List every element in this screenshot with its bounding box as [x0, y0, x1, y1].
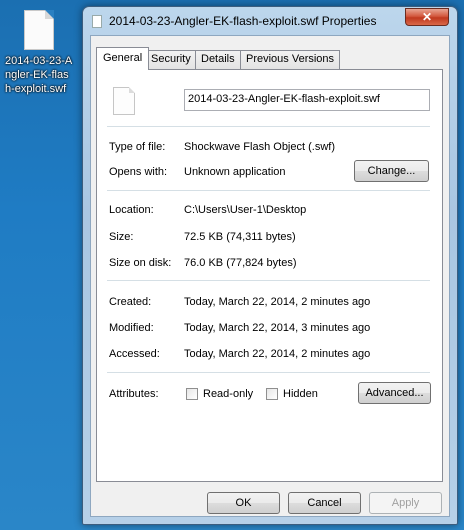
swf-file-icon — [24, 10, 54, 50]
tab-general[interactable]: General — [96, 47, 150, 70]
readonly-label[interactable]: Read-only — [203, 388, 253, 400]
tab-security[interactable]: Security — [145, 50, 197, 69]
document-icon — [92, 15, 102, 28]
readonly-checkbox[interactable] — [186, 388, 198, 400]
window-title: 2014-03-23-Angler-EK-flash-exploit.swf P… — [109, 14, 377, 28]
modified-label: Modified: — [109, 322, 154, 334]
hidden-label[interactable]: Hidden — [283, 388, 318, 400]
dialog-client: General Security Details Previous Versio… — [90, 35, 450, 517]
accessed-value: Today, March 22, 2014, 2 minutes ago — [184, 348, 371, 360]
desktop-file-label-line: 2014-03-23-A — [5, 55, 73, 67]
divider — [107, 280, 430, 281]
properties-window: 2014-03-23-Angler-EK-flash-exploit.swf P… — [82, 6, 458, 525]
hidden-checkbox[interactable] — [266, 388, 278, 400]
desktop-file-icon[interactable]: 2014-03-23-A ngler-EK-flas h-exploit.swf — [3, 10, 75, 96]
type-value: Shockwave Flash Object (.swf) — [184, 141, 335, 153]
cancel-button[interactable]: Cancel — [288, 492, 361, 514]
advanced-button[interactable]: Advanced... — [358, 382, 431, 404]
opens-with-label: Opens with: — [109, 166, 168, 178]
opens-with-value: Unknown application — [184, 166, 286, 178]
location-label: Location: — [109, 204, 154, 216]
desktop-file-label-line: ngler-EK-flas — [5, 69, 69, 81]
size-value: 72.5 KB (74,311 bytes) — [184, 231, 296, 243]
ok-button[interactable]: OK — [207, 492, 280, 514]
type-label: Type of file: — [109, 141, 166, 153]
desktop-file-label-line: h-exploit.swf — [5, 83, 67, 95]
accessed-label: Accessed: — [109, 348, 160, 360]
close-button[interactable]: ✕ — [405, 8, 449, 26]
tab-details[interactable]: Details — [195, 50, 241, 69]
close-icon: ✕ — [421, 10, 433, 24]
divider — [107, 372, 430, 373]
divider — [107, 190, 430, 191]
tab-previous-versions[interactable]: Previous Versions — [240, 50, 341, 69]
apply-button[interactable]: Apply — [369, 492, 442, 514]
filename-field[interactable]: 2014-03-23-Angler-EK-flash-exploit.swf — [184, 89, 430, 111]
desktop-file-label: 2014-03-23-A ngler-EK-flas h-exploit.swf — [3, 54, 75, 96]
created-value: Today, March 22, 2014, 2 minutes ago — [184, 296, 371, 308]
size-on-disk-value: 76.0 KB (77,824 bytes) — [184, 257, 297, 269]
modified-value: Today, March 22, 2014, 3 minutes ago — [184, 322, 371, 334]
attributes-label: Attributes: — [109, 388, 159, 400]
file-icon — [113, 87, 135, 115]
divider — [107, 126, 430, 127]
location-value: C:\Users\User-1\Desktop — [184, 204, 307, 216]
title-bar[interactable]: 2014-03-23-Angler-EK-flash-exploit.swf P… — [83, 7, 457, 35]
size-label: Size: — [109, 231, 134, 243]
general-panel: 2014-03-23-Angler-EK-flash-exploit.swf T… — [96, 69, 443, 482]
change-button[interactable]: Change... — [354, 160, 429, 182]
size-on-disk-label: Size on disk: — [109, 257, 172, 269]
created-label: Created: — [109, 296, 152, 308]
